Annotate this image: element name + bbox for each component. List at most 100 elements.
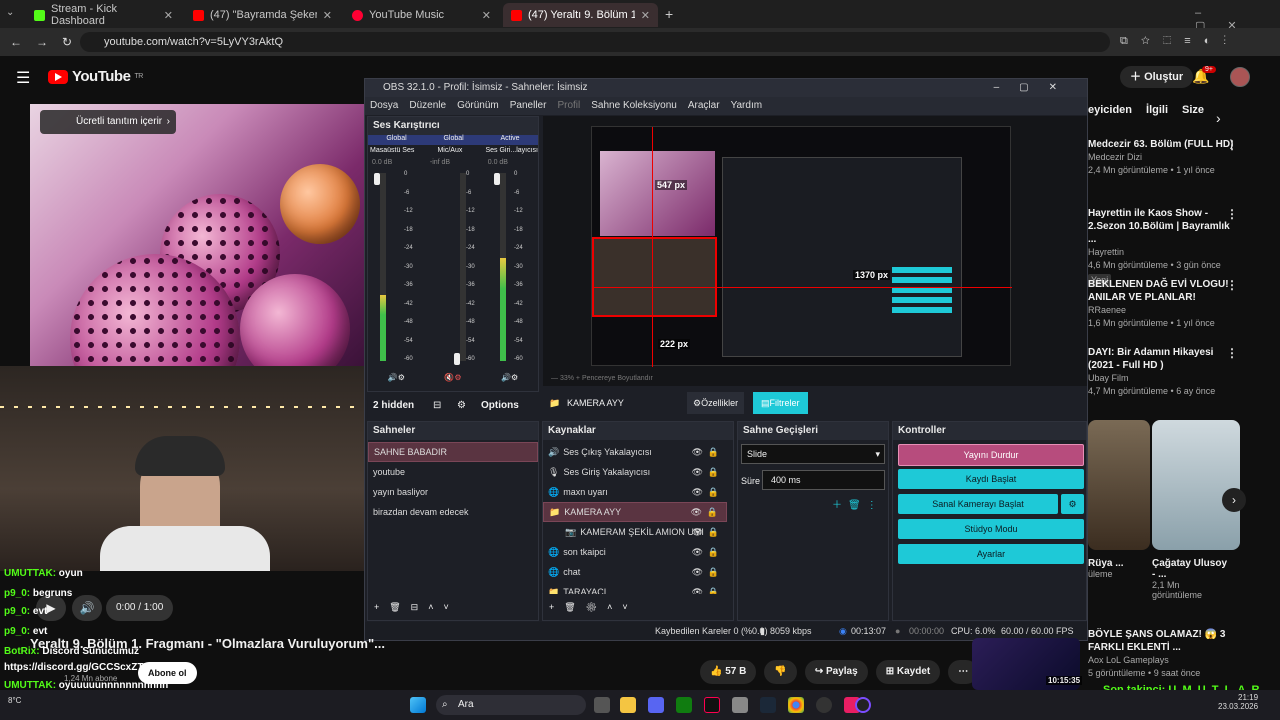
properties-button[interactable]: ⚙Özellikler bbox=[687, 392, 745, 414]
source-item[interactable]: 🌐 maxn uyarı 👁 🔒 bbox=[543, 482, 727, 502]
scene-item[interactable]: youtube bbox=[368, 462, 538, 482]
menu-icon[interactable]: ☰ bbox=[16, 68, 30, 88]
window-controls[interactable]: –▢✕ bbox=[994, 79, 1077, 97]
lock-icon[interactable]: 🔒 bbox=[708, 462, 719, 482]
mute-icon[interactable]: 🔇⚙ bbox=[444, 373, 461, 382]
stop-stream-button[interactable]: Yayını Durdur bbox=[898, 444, 1084, 466]
menu-item[interactable]: Görünüm bbox=[457, 97, 499, 115]
rec-item[interactable]: Medcezir 63. Bölüm (FULL HD) Medcezir Diz… bbox=[1088, 138, 1238, 177]
rec-item[interactable]: BÖYLE ŞANS OLAMAZ! 😱 3 FARKLI EKLENTİ ..… bbox=[1088, 628, 1238, 680]
lock-icon[interactable]: 🔒 bbox=[708, 442, 719, 462]
lock-icon[interactable]: 🔒 bbox=[708, 522, 719, 542]
rec-item[interactable]: DAYI: Bir Adamın Hikayesi (2021 - Full H… bbox=[1088, 346, 1238, 398]
visibility-icon[interactable]: 👁 bbox=[692, 462, 703, 482]
visibility-icon[interactable]: 👁 bbox=[692, 482, 703, 502]
address-bar[interactable]: youtube.com/watch?v=5LyVY3rAktQ bbox=[80, 32, 1110, 52]
tab-youtube-1[interactable]: (47) "Bayramda Şeker Tadında ✕ bbox=[185, 3, 340, 27]
plus-icon[interactable]: + bbox=[574, 375, 582, 382]
scene-item[interactable]: SAHNE BABADIR bbox=[368, 442, 538, 462]
minus-icon[interactable]: — bbox=[551, 375, 560, 382]
task-view-icon[interactable] bbox=[594, 697, 610, 713]
duration-input[interactable]: 400 ms bbox=[762, 470, 885, 490]
youtube-logo[interactable]: YouTube TR bbox=[48, 68, 143, 85]
volume-slider[interactable] bbox=[374, 173, 380, 185]
xbox-icon[interactable] bbox=[676, 697, 692, 713]
avatar[interactable] bbox=[1230, 67, 1250, 87]
new-tab-button[interactable]: + bbox=[665, 6, 673, 22]
tab-youtube-active[interactable]: (47) Yeraltı 9. Bölüm 1. Fragma ✕ bbox=[503, 3, 658, 27]
scene-item[interactable]: yayın basliyor bbox=[368, 482, 538, 502]
settings-button[interactable]: Ayarlar bbox=[898, 544, 1084, 564]
source-item[interactable]: 🎙 Ses Giriş Yakalayıcısı 👁 🔒 bbox=[543, 462, 727, 482]
options-button[interactable]: Options bbox=[481, 395, 519, 417]
obs-preview[interactable]: 547 px 1370 px 222 px — 33% + Pencereye … bbox=[543, 116, 1087, 386]
hidden-count[interactable]: 2 hidden bbox=[373, 395, 414, 417]
share-button[interactable]: ↪ Paylaş bbox=[804, 660, 868, 684]
short-thumbnail[interactable] bbox=[1088, 420, 1150, 550]
short-thumbnail[interactable] bbox=[1152, 420, 1240, 550]
more-icon[interactable]: ⋮ bbox=[1226, 278, 1238, 292]
windows-start-icon[interactable] bbox=[410, 697, 426, 713]
lock-icon[interactable]: 🔒 bbox=[708, 582, 719, 594]
menu-item[interactable]: Dosya bbox=[370, 97, 398, 115]
volume-slider[interactable] bbox=[494, 173, 500, 185]
fit-label[interactable]: Pencereye Boyutlandır bbox=[582, 375, 653, 382]
menu-item[interactable]: Düzenle bbox=[409, 97, 446, 115]
menu-item[interactable]: Sahne Koleksiyonu bbox=[591, 97, 677, 115]
volume-icon[interactable]: 🔊⚙ bbox=[501, 373, 518, 382]
scene-controls[interactable]: +🗑⊟˄˅ bbox=[374, 602, 459, 613]
create-button[interactable]: ＋ Oluştur bbox=[1120, 66, 1194, 88]
source-item[interactable]: 📁 TARAYACI 👁 🔒 bbox=[543, 582, 727, 594]
close-icon[interactable]: ✕ bbox=[641, 9, 650, 22]
transition-select[interactable]: Slide ▾ bbox=[741, 444, 885, 464]
menu-item[interactable]: Araçlar bbox=[688, 97, 720, 115]
tab-search-icon[interactable]: ⌄ bbox=[6, 7, 20, 21]
layout-icon[interactable]: ⊟ bbox=[433, 395, 441, 417]
mixer-controls[interactable]: 🔊⚙ 🔇⚙ 🔊⚙ bbox=[368, 373, 538, 382]
visibility-icon[interactable]: 👁 bbox=[692, 442, 703, 462]
discord-icon[interactable] bbox=[648, 697, 664, 713]
studio-mode-button[interactable]: Stüdyo Modu bbox=[898, 519, 1084, 539]
chevron-right-icon[interactable]: › bbox=[1222, 488, 1246, 512]
visibility-icon[interactable]: 👁 bbox=[692, 582, 703, 594]
like-button[interactable]: 👍 57 B bbox=[700, 660, 757, 684]
rec-item[interactable]: Hayrettin ile Kaos Show - 2.Sezon 10.Böl… bbox=[1088, 207, 1238, 287]
lock-icon[interactable]: 🔒 bbox=[708, 562, 719, 582]
close-icon[interactable]: ✕ bbox=[164, 9, 173, 22]
visibility-icon[interactable]: 👁 bbox=[692, 562, 703, 582]
menu-item[interactable]: Paneller bbox=[510, 97, 547, 115]
tiktok-icon[interactable] bbox=[704, 697, 720, 713]
source-controls[interactable]: +🗑⚙˄˅ bbox=[549, 602, 638, 613]
volume-icon[interactable]: 🔊⚙ bbox=[388, 373, 405, 382]
menu-item[interactable]: Yardım bbox=[731, 97, 763, 115]
clock[interactable]: 21:19 23.03.2026 bbox=[1218, 693, 1258, 711]
source-item[interactable]: 🌐 chat 👁 🔒 bbox=[543, 562, 727, 582]
transition-controls[interactable]: ＋🗑⋮ bbox=[832, 496, 883, 511]
chrome-icon[interactable] bbox=[788, 697, 804, 713]
video-player[interactable] bbox=[30, 104, 365, 366]
more-icon[interactable]: ⋮ bbox=[1226, 138, 1238, 152]
more-icon[interactable]: ⋮ bbox=[1226, 346, 1238, 360]
lock-icon[interactable]: 🔒 bbox=[708, 482, 719, 502]
rec-item[interactable]: BEKLENEN DAĞ EVİ VLOGU! ANILAR VE PLANLA… bbox=[1088, 278, 1238, 330]
tab-kick[interactable]: Stream - Kick Dashboard ✕ bbox=[26, 3, 181, 27]
more-icon[interactable]: ⋮ bbox=[1226, 207, 1238, 221]
taskbar-search[interactable]: ⌕ Ara bbox=[436, 695, 586, 715]
source-item[interactable]: 📷 KAMERAM ŞEKİL AMION UMI 👁 🔒 bbox=[543, 522, 727, 542]
virtual-camera-button[interactable]: Sanal Kamerayı Başlat bbox=[898, 494, 1058, 514]
paid-promo-badge[interactable]: Ücretli tanıtım içerir › bbox=[40, 110, 176, 134]
close-icon[interactable]: ✕ bbox=[323, 9, 332, 22]
explorer-icon[interactable] bbox=[620, 697, 636, 713]
visibility-icon[interactable]: 👁 bbox=[692, 542, 703, 562]
steam-icon[interactable] bbox=[760, 697, 776, 713]
app-icon[interactable] bbox=[855, 697, 871, 713]
tab-youtube-music[interactable]: YouTube Music ✕ bbox=[344, 3, 499, 27]
dislike-icon[interactable]: 👎 bbox=[764, 660, 797, 684]
source-item[interactable]: 📁 KAMERA AYY 👁 🔒 bbox=[543, 502, 727, 522]
gear-icon[interactable]: ⚙ bbox=[1061, 494, 1084, 514]
scene-item[interactable]: birazdan devam edecek bbox=[368, 502, 538, 522]
volume-slider[interactable] bbox=[454, 353, 460, 365]
settings-icon[interactable]: ⚙ bbox=[457, 395, 466, 417]
filters-button[interactable]: ▤Filtreler bbox=[753, 392, 808, 414]
lock-icon[interactable]: 🔒 bbox=[707, 502, 718, 522]
